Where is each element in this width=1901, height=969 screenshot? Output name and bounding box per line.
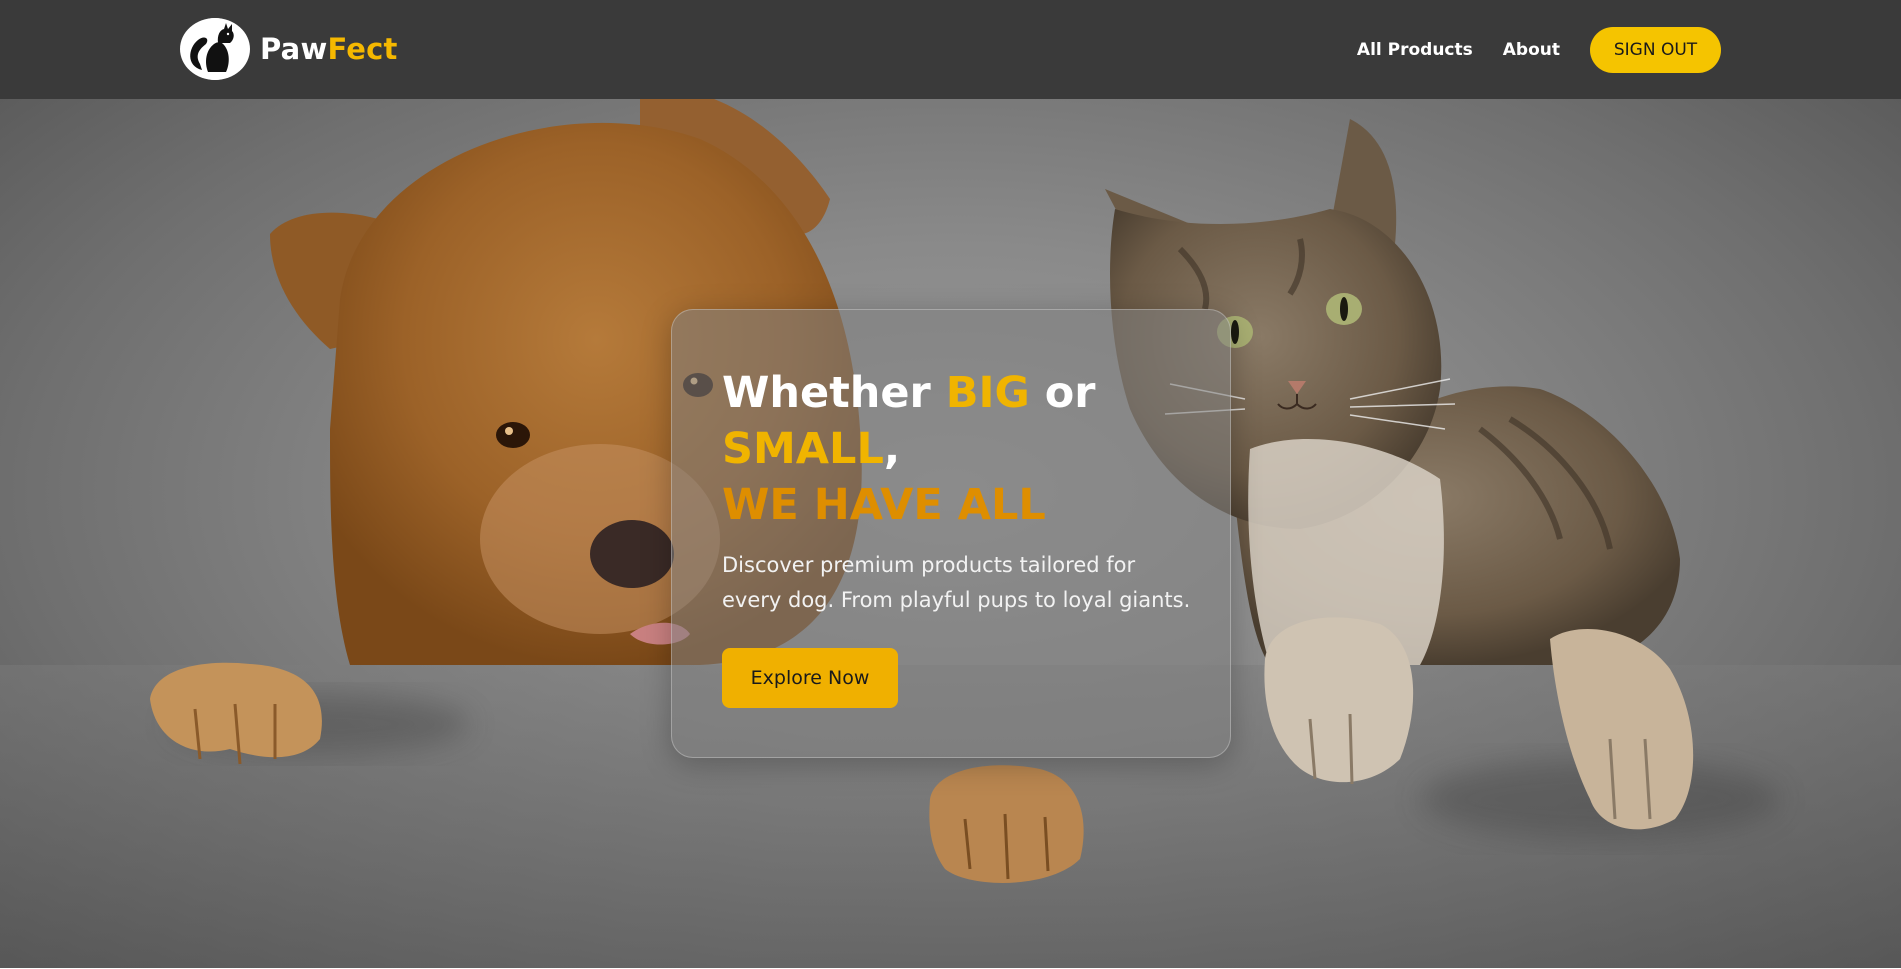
brand-logo[interactable]: PawFect [180,18,398,80]
brand-name-part1: Paw [260,32,328,66]
brand-name-part2: Fect [327,32,398,66]
hero-section: Whether BIG or SMALL, WE HAVE ALL Discov… [0,99,1901,968]
navbar: PawFect All Products About SIGN OUT [0,0,1901,99]
headline-big: BIG [945,368,1030,418]
brand-name: PawFect [260,32,398,66]
hero-card: Whether BIG or SMALL, WE HAVE ALL Discov… [671,309,1231,758]
cat-silhouette-icon [180,18,250,80]
headline-line3: WE HAVE ALL [722,480,1046,530]
headline-part1: Whether [722,368,946,418]
explore-now-button[interactable]: Explore Now [722,648,898,708]
headline-comma: , [883,424,901,474]
nav-link-all-products[interactable]: All Products [1357,40,1473,60]
nav-links: All Products About SIGN OUT [1357,27,1721,73]
headline-small: SMALL [722,424,884,474]
headline-part2: or [1029,368,1096,418]
sign-out-button[interactable]: SIGN OUT [1590,27,1721,73]
nav-link-about[interactable]: About [1503,40,1560,60]
hero-description: Discover premium products tailored for e… [722,553,1191,612]
hero-headline: Whether BIG or SMALL, WE HAVE ALL [722,365,1192,533]
